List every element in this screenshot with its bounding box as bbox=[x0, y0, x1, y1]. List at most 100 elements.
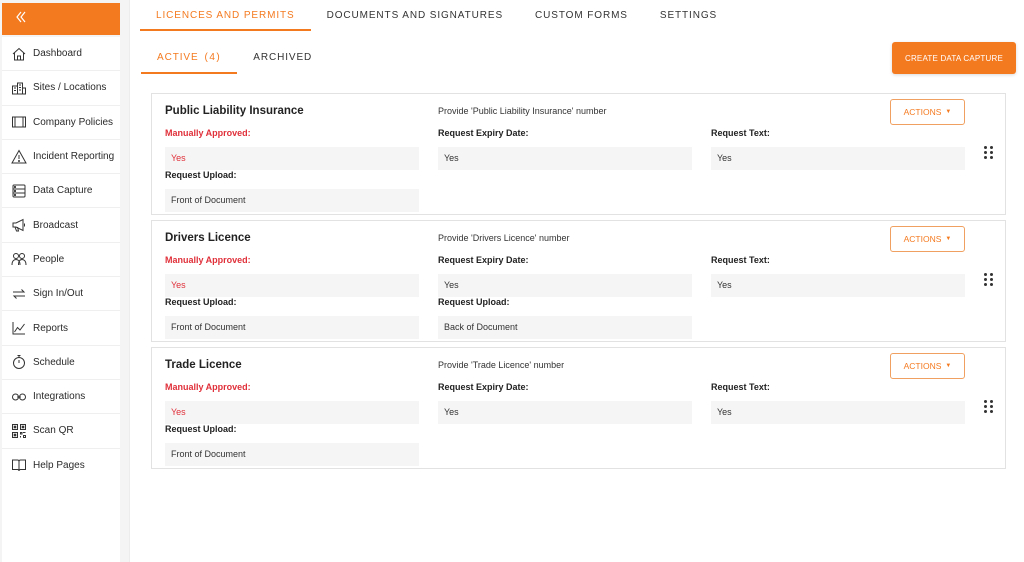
double-chevron-left-icon bbox=[14, 10, 28, 29]
tab-settings[interactable]: SETTINGS bbox=[644, 0, 733, 31]
field-label: Request Text: bbox=[711, 255, 770, 265]
sidebar-item-label: Sites / Locations bbox=[33, 82, 107, 94]
sidebar: Dashboard Sites / Locations Company Poli… bbox=[0, 0, 130, 562]
field-value: Back of Document bbox=[438, 316, 692, 339]
drag-handle-icon[interactable] bbox=[984, 273, 994, 287]
open-book-icon bbox=[10, 457, 28, 473]
sidebar-collapse-button[interactable] bbox=[2, 3, 120, 35]
sidebar-item-scan-qr[interactable]: Scan QR bbox=[2, 414, 120, 449]
field-label: Manually Approved: bbox=[165, 255, 251, 265]
buildings-icon bbox=[10, 80, 28, 96]
sidebar-item-label: Reports bbox=[33, 322, 69, 334]
card-title: Public Liability Insurance bbox=[165, 105, 304, 117]
sidebar-item-integrations[interactable]: Integrations bbox=[2, 380, 120, 415]
field-manually-approved: Manually Approved: Yes bbox=[165, 128, 419, 170]
field-request-text: Request Text: Yes bbox=[711, 255, 965, 297]
actions-button[interactable]: ACTIONS ▼ bbox=[890, 99, 965, 125]
field-label: Request Expiry Date: bbox=[438, 382, 529, 392]
house-icon bbox=[10, 46, 28, 62]
card-title: Trade Licence bbox=[165, 359, 242, 371]
field-value: Yes bbox=[711, 274, 965, 297]
field-value: Yes bbox=[165, 147, 419, 170]
tab-licences-and-permits[interactable]: LICENCES AND PERMITS bbox=[140, 0, 311, 31]
sidebar-item-data-capture[interactable]: Data Capture bbox=[2, 174, 120, 209]
tab-archived[interactable]: ARCHIVED bbox=[237, 44, 328, 74]
field-value: Front of Document bbox=[165, 443, 419, 466]
sidebar-item-people[interactable]: People bbox=[2, 243, 120, 278]
field-request-text: Request Text: Yes bbox=[711, 128, 965, 170]
sidebar-item-label: Schedule bbox=[33, 356, 75, 368]
card-prompt: Provide 'Trade Licence' number bbox=[438, 360, 565, 370]
sidebar-item-label: Integrations bbox=[33, 391, 86, 403]
field-label: Request Upload: bbox=[165, 170, 237, 180]
active-count: (4) bbox=[204, 52, 222, 63]
sidebar-item-schedule[interactable]: Schedule bbox=[2, 346, 120, 380]
actions-label: ACTIONS bbox=[903, 234, 942, 244]
actions-label: ACTIONS bbox=[903, 361, 942, 371]
sidebar-item-label: Incident Reporting bbox=[33, 151, 115, 163]
drag-handle-icon[interactable] bbox=[984, 146, 994, 160]
sidebar-empty-area bbox=[2, 482, 120, 562]
field-value: Yes bbox=[711, 401, 965, 424]
caret-down-icon: ▼ bbox=[945, 236, 952, 242]
field-value: Yes bbox=[438, 147, 692, 170]
actions-button[interactable]: ACTIONS ▼ bbox=[890, 226, 965, 252]
sidebar-nav: Dashboard Sites / Locations Company Poli… bbox=[2, 37, 120, 483]
sidebar-item-label: Broadcast bbox=[33, 219, 79, 231]
field-manually-approved: Manually Approved: Yes bbox=[165, 382, 419, 424]
sidebar-item-label: Data Capture bbox=[33, 185, 93, 197]
caret-down-icon: ▼ bbox=[945, 363, 952, 369]
swap-arrows-icon bbox=[10, 286, 28, 302]
field-label: Request Upload: bbox=[165, 297, 237, 307]
sidebar-item-label: Company Policies bbox=[33, 116, 114, 128]
tab-active[interactable]: ACTIVE (4) bbox=[141, 44, 238, 74]
sidebar-item-label: Sign In/Out bbox=[33, 288, 84, 300]
sub-tabs: ACTIVE (4) ARCHIVED bbox=[141, 44, 328, 74]
sidebar-item-company-policies[interactable]: Company Policies bbox=[2, 106, 120, 140]
card-prompt: Provide 'Drivers Licence' number bbox=[438, 233, 570, 243]
field-label: Request Expiry Date: bbox=[438, 255, 529, 265]
sidebar-item-help-pages[interactable]: Help Pages bbox=[2, 449, 120, 483]
field-request-upload-back: Request Upload: Back of Document bbox=[438, 297, 692, 339]
sidebar-item-dashboard[interactable]: Dashboard bbox=[2, 37, 120, 72]
field-label: Request Upload: bbox=[438, 297, 510, 307]
drag-handle-icon[interactable] bbox=[984, 400, 994, 414]
field-value: Yes bbox=[438, 274, 692, 297]
tab-documents-and-signatures[interactable]: DOCUMENTS AND SIGNATURES bbox=[311, 0, 519, 31]
book-icon bbox=[10, 114, 28, 130]
field-request-upload: Request Upload: Front of Document bbox=[165, 424, 419, 466]
field-request-upload: Request Upload: Front of Document bbox=[165, 170, 419, 212]
caret-down-icon: ▼ bbox=[945, 109, 952, 115]
tab-active-label: ACTIVE bbox=[157, 52, 199, 63]
field-label: Request Text: bbox=[711, 382, 770, 392]
card-title: Drivers Licence bbox=[165, 232, 251, 244]
field-value: Yes bbox=[711, 147, 965, 170]
actions-button[interactable]: ACTIONS ▼ bbox=[890, 353, 965, 379]
create-data-capture-button[interactable]: CREATE DATA CAPTURE bbox=[892, 42, 1016, 74]
sidebar-item-sign-in-out[interactable]: Sign In/Out bbox=[2, 277, 120, 312]
chart-line-icon bbox=[10, 320, 28, 336]
field-value: Yes bbox=[165, 401, 419, 424]
field-manually-approved: Manually Approved: Yes bbox=[165, 255, 419, 297]
sidebar-item-broadcast[interactable]: Broadcast bbox=[2, 208, 120, 243]
actions-label: ACTIONS bbox=[903, 107, 942, 117]
field-label: Manually Approved: bbox=[165, 382, 251, 392]
card-prompt: Provide 'Public Liability Insurance' num… bbox=[438, 106, 607, 116]
sidebar-item-reports[interactable]: Reports bbox=[2, 311, 120, 346]
field-value: Front of Document bbox=[165, 316, 419, 339]
stopwatch-icon bbox=[10, 354, 28, 370]
data-capture-card: Drivers Licence Provide 'Drivers Licence… bbox=[151, 220, 1006, 342]
sidebar-item-incident-reporting[interactable]: Incident Reporting bbox=[2, 140, 120, 175]
qr-code-icon bbox=[10, 423, 28, 439]
warning-icon bbox=[10, 149, 28, 165]
sidebar-item-label: Help Pages bbox=[33, 459, 85, 471]
link-icon bbox=[10, 389, 28, 405]
sidebar-item-sites-locations[interactable]: Sites / Locations bbox=[2, 71, 120, 106]
field-value: Front of Document bbox=[165, 189, 419, 212]
field-request-expiry-date: Request Expiry Date: Yes bbox=[438, 128, 692, 170]
sidebar-item-label: Dashboard bbox=[33, 48, 82, 60]
megaphone-icon bbox=[10, 217, 28, 233]
tab-custom-forms[interactable]: CUSTOM FORMS bbox=[519, 0, 644, 31]
database-icon bbox=[10, 183, 28, 199]
field-request-expiry-date: Request Expiry Date: Yes bbox=[438, 255, 692, 297]
